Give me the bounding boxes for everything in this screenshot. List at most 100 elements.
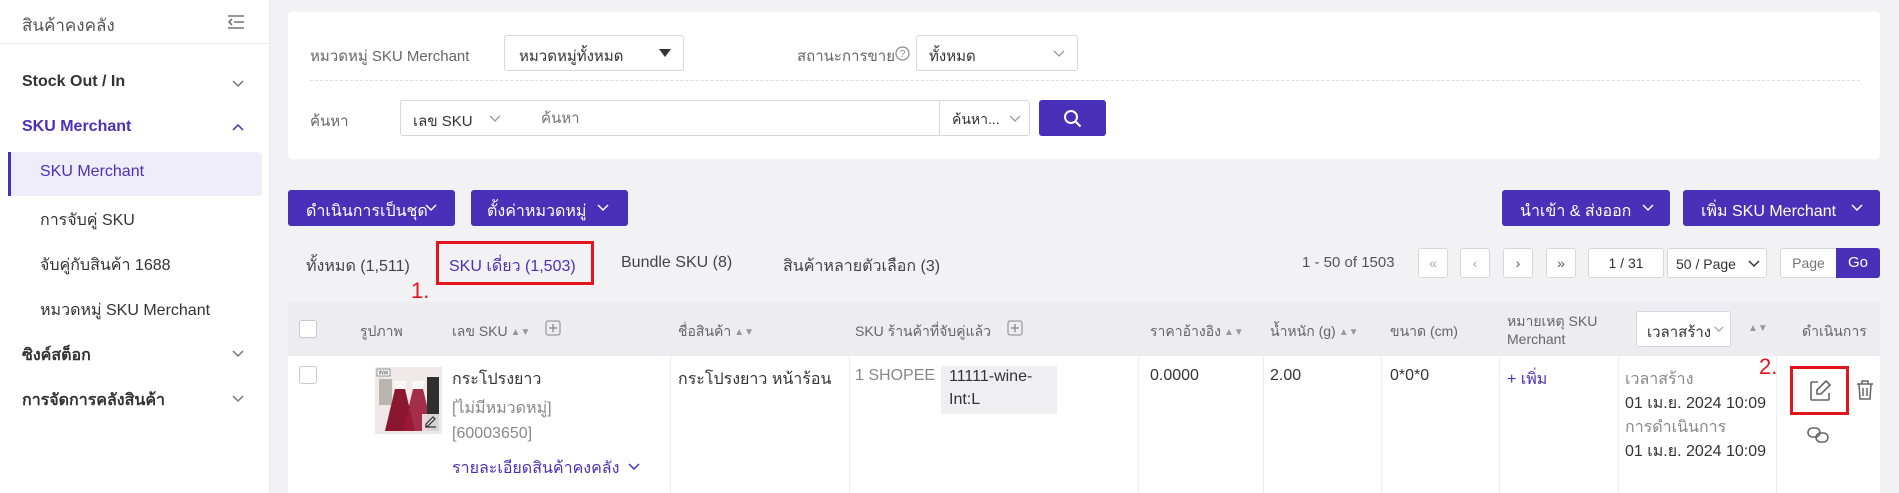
header-sku[interactable]: เลข SKU ▲▼ <box>452 321 530 343</box>
header-note-line1: หมายเหตุ SKU <box>1507 313 1598 329</box>
tab-bundle-sku[interactable]: Bundle SKU (8) <box>621 254 732 272</box>
chevron-down-icon <box>489 115 501 122</box>
next-page-icon[interactable]: › <box>1503 248 1533 278</box>
add-column-icon[interactable] <box>1007 320 1023 336</box>
add-column-icon[interactable] <box>545 320 561 336</box>
page-indicator[interactable]: 1 / 31 <box>1588 248 1664 278</box>
sidebar: สินค้าคงคลัง Stock Out / In SKU Merchant… <box>0 0 270 493</box>
svg-text:INW: INW <box>379 371 389 377</box>
header-note-line2: Merchant <box>1507 331 1566 347</box>
sidebar-group-warehouse[interactable]: การจัดการคลังสินค้า <box>22 388 165 413</box>
import-export-button[interactable]: นำเข้า & ส่งออก <box>1502 190 1670 226</box>
page-number-input[interactable] <box>1780 248 1837 278</box>
chevron-down-icon[interactable] <box>230 345 246 361</box>
weight-value: 2.00 <box>1270 367 1302 384</box>
svg-text:?: ? <box>900 49 906 60</box>
header-price[interactable]: ราคาอ้างอิง ▲▼ <box>1150 321 1244 343</box>
time-column-select[interactable]: เวลาสร้าง <box>1636 311 1731 347</box>
column-divider <box>1618 356 1619 493</box>
chevron-down-icon <box>1714 326 1724 332</box>
go-button[interactable]: Go <box>1836 248 1880 278</box>
tab-variant-products[interactable]: สินค้าหลายตัวเลือก (3) <box>783 254 940 279</box>
sidebar-item-sku-matching[interactable]: การจับคู่ SKU <box>40 208 135 233</box>
search-input[interactable] <box>513 100 940 136</box>
chevron-down-icon <box>1009 115 1021 122</box>
updated-label: การดำเนินการ <box>1625 419 1727 436</box>
sort-icon: ▲▼ <box>1223 326 1244 338</box>
search-icon <box>1064 110 1082 128</box>
sidebar-active-indicator <box>8 152 11 196</box>
created-label: เวลาสร้าง <box>1625 371 1694 388</box>
tab-all[interactable]: ทั้งหมด (1,511) <box>306 254 410 279</box>
per-page-select[interactable]: 50 / Page <box>1667 248 1767 278</box>
last-page-icon[interactable]: » <box>1546 248 1576 278</box>
updated-time: 01 เม.ย. 2024 10:09 <box>1625 443 1767 460</box>
prev-page-icon[interactable]: ‹ <box>1460 248 1490 278</box>
matched-sku-tag[interactable]: 11111-wine- Int:L <box>941 366 1057 414</box>
add-sku-button[interactable]: เพิ่ม SKU Merchant <box>1683 190 1880 226</box>
column-divider <box>1381 356 1382 493</box>
chevron-down-icon[interactable] <box>628 463 640 471</box>
chevron-down-icon <box>597 204 609 212</box>
search-field-select[interactable]: เลข SKU <box>400 100 514 136</box>
column-divider <box>1499 356 1500 493</box>
delete-icon[interactable] <box>1855 379 1875 401</box>
import-export-label: นำเข้า & ส่งออก <box>1520 203 1632 220</box>
link-icon[interactable] <box>1807 425 1831 445</box>
matched-sku-line1: 11111-wine- <box>949 368 1033 385</box>
sidebar-group-sync-stock[interactable]: ซิงค์สต็อก <box>22 343 91 368</box>
set-category-button[interactable]: ตั้งค่าหมวดหมู่ <box>471 190 628 226</box>
sort-icon: ▲▼ <box>1338 326 1359 338</box>
first-page-icon[interactable]: « <box>1418 248 1448 278</box>
annotation-step-2: 2. <box>1759 354 1778 379</box>
search-mode-value: ค้นหา... <box>952 111 1000 127</box>
sidebar-item-sku-merchant[interactable]: SKU Merchant <box>40 163 144 181</box>
header-matched-sku: SKU ร้านค้าที่จับคู่แล้ว <box>855 323 992 339</box>
sidebar-item-match-1688[interactable]: จับคู่กับสินค้า 1688 <box>40 253 171 278</box>
header-weight[interactable]: น้ำหนัก (g) ▲▼ <box>1270 321 1359 343</box>
created-time: 01 เม.ย. 2024 10:09 <box>1625 395 1767 412</box>
add-note-link[interactable]: + เพิ่ม <box>1507 367 1547 392</box>
inventory-detail-link[interactable]: รายละเอียดสินค้าคงคลัง <box>452 456 619 481</box>
row-checkbox[interactable] <box>299 366 317 384</box>
status-select[interactable]: ทั้งหมด <box>916 35 1078 71</box>
header-sku-label: เลข SKU <box>452 323 508 339</box>
sort-icon: ▲▼ <box>734 326 755 338</box>
edit-image-icon[interactable] <box>422 414 439 431</box>
chevron-down-icon <box>1642 204 1654 212</box>
chevron-up-icon[interactable] <box>230 120 246 136</box>
sort-icon[interactable]: ▲▼ <box>1748 323 1768 334</box>
header-product-name[interactable]: ชื่อสินค้า ▲▼ <box>678 321 754 343</box>
filter-divider <box>310 80 1860 81</box>
search-label: ค้นหา <box>310 113 349 130</box>
sort-icon: ▲▼ <box>510 326 531 338</box>
sku-id: [60003650] <box>452 425 533 442</box>
category-filter-label: หมวดหมู่ SKU Merchant <box>310 48 470 65</box>
help-icon[interactable]: ? <box>895 46 910 61</box>
sidebar-group-sku-merchant[interactable]: SKU Merchant <box>22 118 131 136</box>
header-image: รูปภาพ <box>360 323 403 339</box>
chevron-down-icon[interactable] <box>230 75 246 91</box>
category-select[interactable]: หมวดหมู่ทั้งหมด <box>504 35 684 71</box>
edit-icon[interactable] <box>1808 379 1832 403</box>
header-product-name-label: ชื่อสินค้า <box>678 323 732 339</box>
bulk-action-button[interactable]: ดำเนินการเป็นชุด <box>288 190 455 226</box>
bulk-action-label: ดำเนินการเป็นชุด <box>306 203 428 220</box>
search-field-value: เลข SKU <box>413 113 473 130</box>
search-button[interactable] <box>1039 100 1106 136</box>
header-price-label: ราคาอ้างอิง <box>1150 323 1221 339</box>
sidebar-header: สินค้าคงคลัง <box>0 0 270 44</box>
reference-price: 0.0000 <box>1150 367 1199 384</box>
chevron-down-icon[interactable] <box>230 390 246 406</box>
column-divider <box>670 356 671 493</box>
sku-name: กระโปรงยาว <box>452 371 542 388</box>
shop-platform: 1 SHOPEE <box>855 367 936 384</box>
sidebar-group-stock-out-in[interactable]: Stock Out / In <box>22 73 125 91</box>
product-thumbnail[interactable]: INW <box>375 367 442 434</box>
column-divider <box>849 356 850 493</box>
product-name: กระโปรงยาว หน้าร้อน <box>678 371 832 388</box>
sidebar-item-sku-category[interactable]: หมวดหมู่ SKU Merchant <box>40 298 210 323</box>
search-mode-select[interactable]: ค้นหา... <box>939 100 1030 136</box>
select-all-checkbox[interactable] <box>299 320 317 338</box>
collapse-menu-icon[interactable] <box>225 11 247 33</box>
